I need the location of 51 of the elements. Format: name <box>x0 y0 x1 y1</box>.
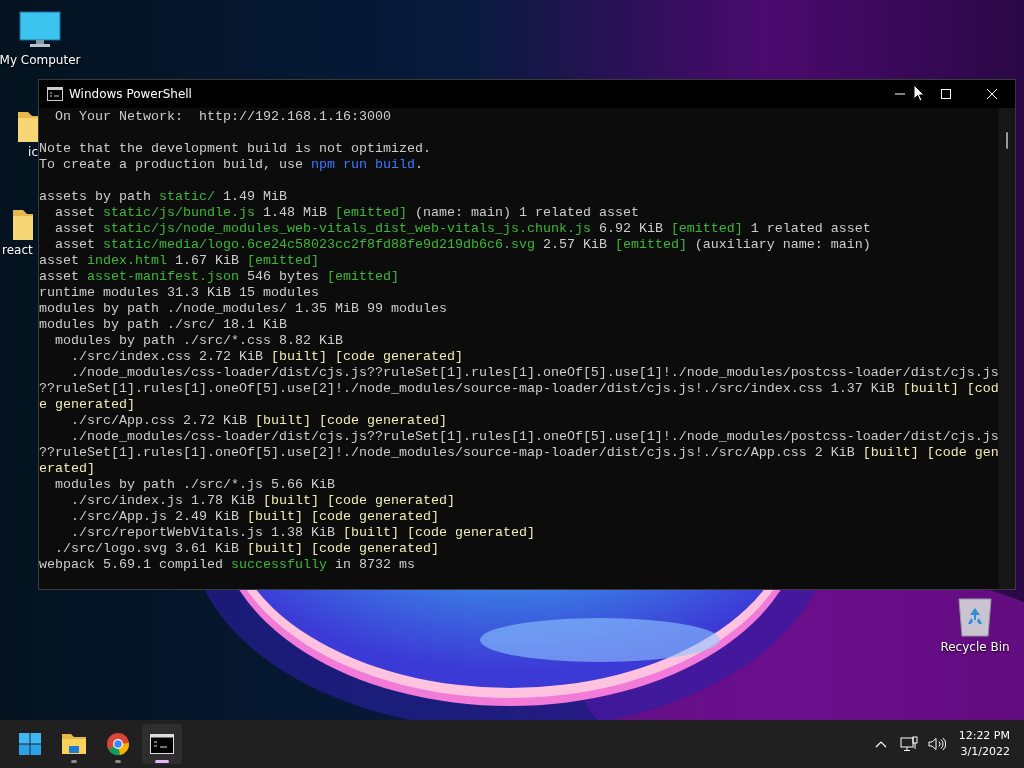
clock-time: 12:22 PM <box>958 728 1010 744</box>
console-line: ??ruleSet[1].rules[1].oneOf[5].use[2]!./node_modules/source-map-loader/dist/cjs.js!./src/index.css 1.37 KiB [built] [cod <box>39 381 999 397</box>
console-line: runtime modules 31.3 KiB 15 modules <box>39 285 319 301</box>
start-icon <box>18 732 42 756</box>
running-indicator <box>71 760 77 763</box>
console-line: e generated] <box>39 397 135 413</box>
console-line: ./src/index.js 1.78 KiB [built] [code generated] <box>70 493 455 509</box>
console-line: asset static/js/bundle.js 1.48 MiB [emitted] (name: main) 1 related asset <box>54 205 639 221</box>
console-line: modules by path ./src/*.js 5.66 KiB <box>54 477 335 493</box>
console-line: ./node_modules/css-loader/dist/cjs.js??ruleSet[1].rules[1].oneOf[5].use[1]!./node_modules/postcss-loader/dist/cjs.js <box>70 365 999 381</box>
running-indicator <box>115 760 121 763</box>
browser-icon <box>106 732 130 756</box>
console-line: modules by path ./src/ 18.1 KiB <box>39 317 287 333</box>
console-line: webpack 5.69.1 compiled successfully in 8732 ms <box>39 557 415 573</box>
clock-date: 3/1/2022 <box>960 744 1010 760</box>
window-title: Windows PowerShell <box>69 87 193 101</box>
console-line: Note that the development build is not optimized. <box>39 141 431 157</box>
console-line: To create a production build, use npm run build. <box>39 157 423 173</box>
taskbar-button[interactable] <box>142 724 182 764</box>
console-line: ??ruleSet[1].rules[1].oneOf[5].use[2]!./node_modules/source-map-loader/dist/cjs.js!./src/App.css 2 KiB [built] [code gen <box>39 445 999 461</box>
desktop-icon[interactable]: Recycle Bin <box>935 597 1015 655</box>
desktop-icon[interactable]: My Computer <box>0 10 80 68</box>
console-line: asset static/media/logo.6ce24c58023cc2f8fd88fe9d219db6c6.svg 2.57 KiB [emitted] (auxiliary name: main) <box>54 237 871 253</box>
maximize-icon <box>940 88 952 100</box>
running-indicator <box>155 760 169 763</box>
console-line: modules by path ./src/*.css 8.82 KiB <box>54 333 343 349</box>
computer-icon <box>18 10 62 50</box>
console-icon <box>47 87 63 101</box>
recycle-bin-icon <box>957 597 993 637</box>
console-line: assets by path static/ 1.49 MiB <box>39 189 287 205</box>
console-icon <box>150 734 174 754</box>
console-line: ./node_modules/css-loader/dist/cjs.js??ruleSet[1].rules[1].oneOf[5].use[1]!./node_modules/postcss-loader/dist/cjs.js <box>70 429 999 445</box>
scrollbar[interactable] <box>999 108 1015 589</box>
console-line: asset static/js/node_modules_web-vitals_dist_web-vitals_js.chunk.js 6.92 KiB [emitted] 1 related asset <box>54 221 871 237</box>
console-line: On Your Network: http://192.168.1.16:3000 <box>54 109 391 125</box>
console-line: erated] <box>39 461 95 477</box>
close-icon <box>986 88 998 100</box>
console-line: ./src/index.css 2.72 KiB [built] [code generated] <box>70 349 463 365</box>
scroll-thumb[interactable] <box>1006 132 1008 149</box>
folder-icon <box>18 110 38 142</box>
console-line: ./src/App.css 2.72 KiB [built] [code generated] <box>70 413 447 429</box>
console-line: asset asset-manifest.json 546 bytes [emitted] <box>39 269 399 285</box>
console-line: ./src/reportWebVitals.js 1.38 KiB [built] [code generated] <box>70 525 535 541</box>
console-line: modules by path ./node_modules/ 1.35 MiB 99 modules <box>39 301 447 317</box>
console-line: asset index.html 1.67 KiB [emitted] <box>39 253 319 269</box>
pointer-icon <box>913 84 925 102</box>
console-line: ./src/logo.svg 3.61 KiB [built] [code generated] <box>54 541 439 557</box>
console-line: ./src/App.js 2.49 KiB [built] [code generated] <box>70 509 439 525</box>
desktop-icon[interactable]: ic <box>18 110 38 160</box>
desktop-icon[interactable]: react <box>2 208 33 258</box>
folder-icon <box>61 733 87 755</box>
